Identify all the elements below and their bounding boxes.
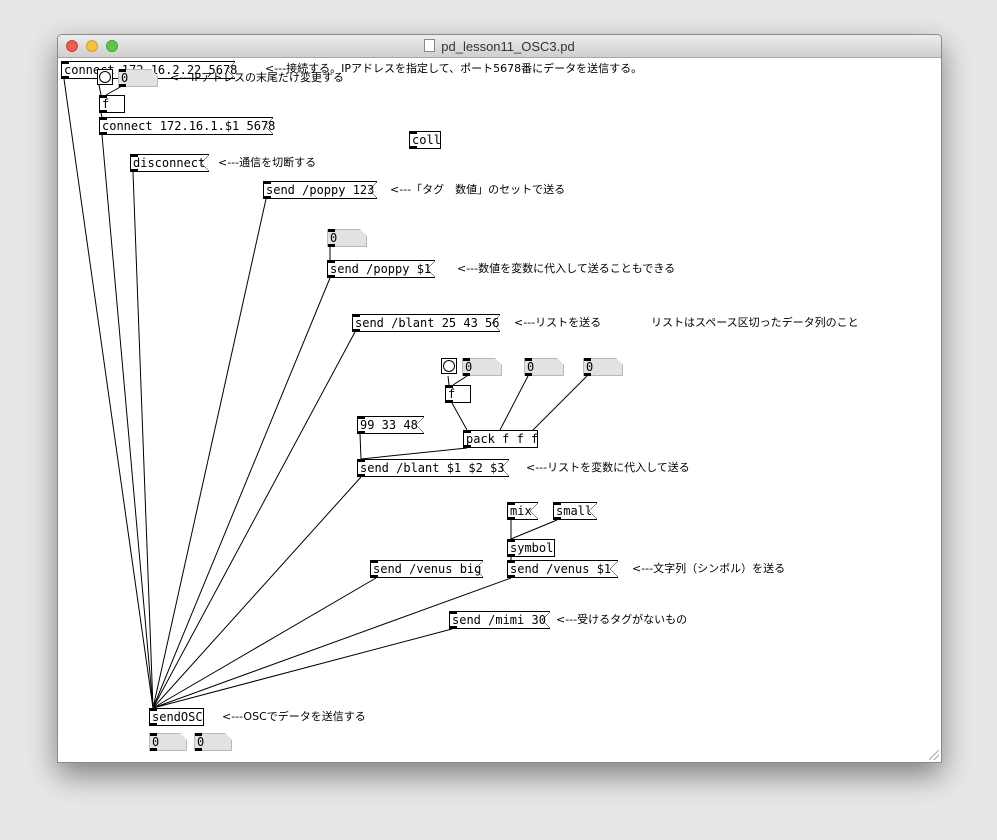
outlet[interactable] [150, 748, 157, 751]
inlet[interactable] [150, 733, 157, 736]
number-poppy[interactable]: 0 [327, 229, 367, 247]
coll-object[interactable]: coll [409, 131, 441, 149]
outlet[interactable] [100, 132, 107, 135]
window-title: pd_lesson11_OSC3.pd [441, 39, 575, 54]
number-c[interactable]: 0 [583, 358, 623, 376]
list-message[interactable]: 99 33 48 [357, 416, 424, 434]
document-icon [424, 39, 436, 52]
inlet[interactable] [525, 358, 532, 361]
comment-poppy-var: <---数値を変数に代入して送ることもできる [457, 262, 676, 275]
pack-object[interactable]: pack f f f [463, 430, 538, 448]
comment-sendosc: <---OSCでデータを送信する [222, 710, 366, 723]
comment-symbol: <---文字列（シンボル）を送る [632, 562, 786, 575]
outlet[interactable] [358, 474, 365, 477]
patch-window: pd_lesson11_OSC3.pd connect 172.16.2.22 … [57, 34, 942, 763]
inlet[interactable] [358, 416, 365, 419]
comment-poppy: <---「タグ 数値」のセットで送る [390, 183, 566, 196]
inlet[interactable] [100, 117, 107, 120]
send-venus-big-message[interactable]: send /venus big [370, 560, 483, 578]
outlet[interactable] [410, 146, 417, 149]
send-poppy-var-message[interactable]: send /poppy $1 [327, 260, 435, 278]
outlet[interactable] [328, 244, 335, 247]
output-number-2[interactable]: 0 [194, 733, 232, 751]
send-blant-var-message[interactable]: send /blant $1 $2 $3 [357, 459, 509, 477]
comment-list-var: <---リストを変数に代入して送る [526, 461, 690, 474]
inlet[interactable] [150, 708, 157, 711]
inlet[interactable] [353, 314, 360, 317]
output-number-1[interactable]: 0 [149, 733, 187, 751]
inlet[interactable] [100, 95, 107, 98]
mix-message[interactable]: mix [507, 502, 538, 520]
inlet[interactable] [371, 560, 378, 563]
outlet[interactable] [150, 723, 157, 726]
connect-message-1-outlet [61, 76, 68, 79]
patch-canvas[interactable]: connect 172.16.2.22 5678 <---接続する。IPアドレス… [58, 58, 941, 762]
inlet[interactable] [463, 358, 470, 361]
outlet[interactable] [195, 748, 202, 751]
inlet[interactable] [358, 459, 365, 462]
outlet[interactable] [358, 431, 365, 434]
sendosc-object[interactable]: sendOSC [149, 708, 204, 726]
symbol-object[interactable]: symbol [507, 539, 555, 557]
comment-mimi: <---受けるタグがないもの [556, 613, 688, 626]
inlet[interactable] [119, 69, 126, 72]
outlet[interactable] [584, 373, 591, 376]
outlet[interactable] [264, 196, 271, 199]
number-a[interactable]: 0 [462, 358, 502, 376]
outlet[interactable] [446, 400, 453, 403]
send-mimi-message[interactable]: send /mimi 30 [449, 611, 550, 629]
send-poppy-123-message[interactable]: send /poppy 123 [263, 181, 377, 199]
disconnect-message[interactable]: disconnect [130, 154, 209, 172]
outlet[interactable] [450, 626, 457, 629]
small-message[interactable]: small [553, 502, 597, 520]
inlet[interactable] [450, 611, 457, 614]
resize-grip-icon[interactable] [929, 750, 939, 760]
outlet[interactable] [371, 575, 378, 578]
outlet[interactable] [525, 373, 532, 376]
window-title-area: pd_lesson11_OSC3.pd [58, 39, 941, 54]
outlet[interactable] [353, 329, 360, 332]
inlet[interactable] [62, 61, 69, 64]
outlet[interactable] [119, 84, 126, 87]
connect-message-2[interactable]: connect 172.16.1.$1 5678 [99, 117, 275, 135]
outlet[interactable] [463, 373, 470, 376]
outlet[interactable] [100, 110, 107, 113]
comment-list: <---リストを送る [514, 316, 602, 329]
outlet[interactable] [554, 517, 561, 520]
inlet[interactable] [446, 385, 453, 388]
number-b[interactable]: 0 [524, 358, 564, 376]
outlet[interactable] [328, 275, 335, 278]
inlet[interactable] [464, 430, 471, 433]
comment-disconnect: <---通信を切断する [218, 156, 317, 169]
inlet[interactable] [195, 733, 202, 736]
float-object-2[interactable]: f [445, 385, 471, 403]
title-bar[interactable]: pd_lesson11_OSC3.pd [58, 35, 941, 58]
inlet[interactable] [264, 181, 271, 184]
outlet[interactable] [464, 445, 471, 448]
inlet[interactable] [328, 229, 335, 232]
bang-ip[interactable] [97, 69, 113, 85]
inlet[interactable] [328, 260, 335, 263]
bang-pack[interactable] [441, 358, 457, 374]
send-blant-list-message[interactable]: send /blant 25 43 56 [352, 314, 500, 332]
inlet[interactable] [584, 358, 591, 361]
send-venus-var-message[interactable]: send /venus $1 [507, 560, 618, 578]
outlet[interactable] [131, 169, 138, 172]
inlet[interactable] [131, 154, 138, 157]
inlet[interactable] [508, 502, 515, 505]
outlet[interactable] [508, 554, 515, 557]
outlet[interactable] [508, 517, 515, 520]
comment-ip: <---IPアドレスの末尾だけ変更する [170, 71, 345, 84]
inlet[interactable] [554, 502, 561, 505]
inlet[interactable] [410, 131, 417, 134]
inlet[interactable] [508, 539, 515, 542]
outlet[interactable] [508, 575, 515, 578]
inlet[interactable] [508, 560, 515, 563]
comment-list-note: リストはスペース区切ったデータ列のこと [651, 316, 859, 329]
float-object-1[interactable]: f [99, 95, 125, 113]
number-ip[interactable]: 0 [118, 69, 158, 87]
